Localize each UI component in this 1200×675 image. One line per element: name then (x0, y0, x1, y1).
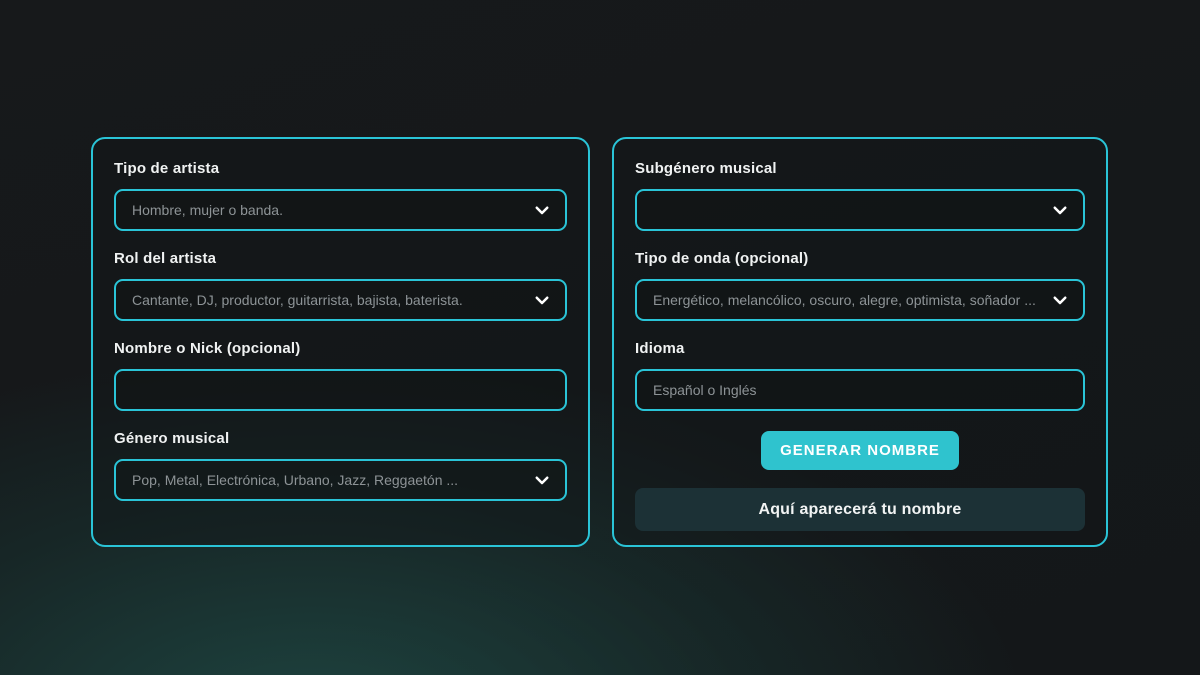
genero-musical-label: Género musical (114, 429, 567, 449)
tipo-de-onda-select[interactable]: Energético, melancólico, oscuro, alegre,… (635, 279, 1085, 321)
artist-form-panel: Tipo de artista Hombre, mujer o banda. R… (91, 137, 590, 547)
tipo-de-artista-label: Tipo de artista (114, 159, 567, 179)
chevron-down-icon (1051, 291, 1069, 309)
idioma-label: Idioma (635, 339, 1085, 359)
select-placeholder: Energético, melancólico, oscuro, alegre,… (653, 292, 1036, 308)
generate-name-button[interactable]: GENERAR NOMBRE (761, 431, 959, 470)
nombre-o-nick-label: Nombre o Nick (opcional) (114, 339, 567, 359)
chevron-down-icon (533, 291, 551, 309)
generator-panel: Subgénero musical Tipo de onda (opcional… (612, 137, 1108, 547)
idioma-input[interactable] (635, 369, 1085, 411)
select-placeholder: Pop, Metal, Electrónica, Urbano, Jazz, R… (132, 472, 458, 488)
chevron-down-icon (533, 471, 551, 489)
chevron-down-icon (533, 201, 551, 219)
chevron-down-icon (1051, 201, 1069, 219)
subgenero-musical-label: Subgénero musical (635, 159, 1085, 179)
select-placeholder: Hombre, mujer o banda. (132, 202, 283, 218)
select-placeholder: Cantante, DJ, productor, guitarrista, ba… (132, 292, 463, 308)
rol-del-artista-select[interactable]: Cantante, DJ, productor, guitarrista, ba… (114, 279, 567, 321)
button-row: GENERAR NOMBRE (635, 431, 1085, 470)
result-display: Aquí aparecerá tu nombre (635, 488, 1085, 531)
rol-del-artista-label: Rol del artista (114, 249, 567, 269)
tipo-de-artista-select[interactable]: Hombre, mujer o banda. (114, 189, 567, 231)
subgenero-musical-select[interactable] (635, 189, 1085, 231)
genero-musical-select[interactable]: Pop, Metal, Electrónica, Urbano, Jazz, R… (114, 459, 567, 501)
nombre-o-nick-input[interactable] (114, 369, 567, 411)
tipo-de-onda-label: Tipo de onda (opcional) (635, 249, 1085, 269)
